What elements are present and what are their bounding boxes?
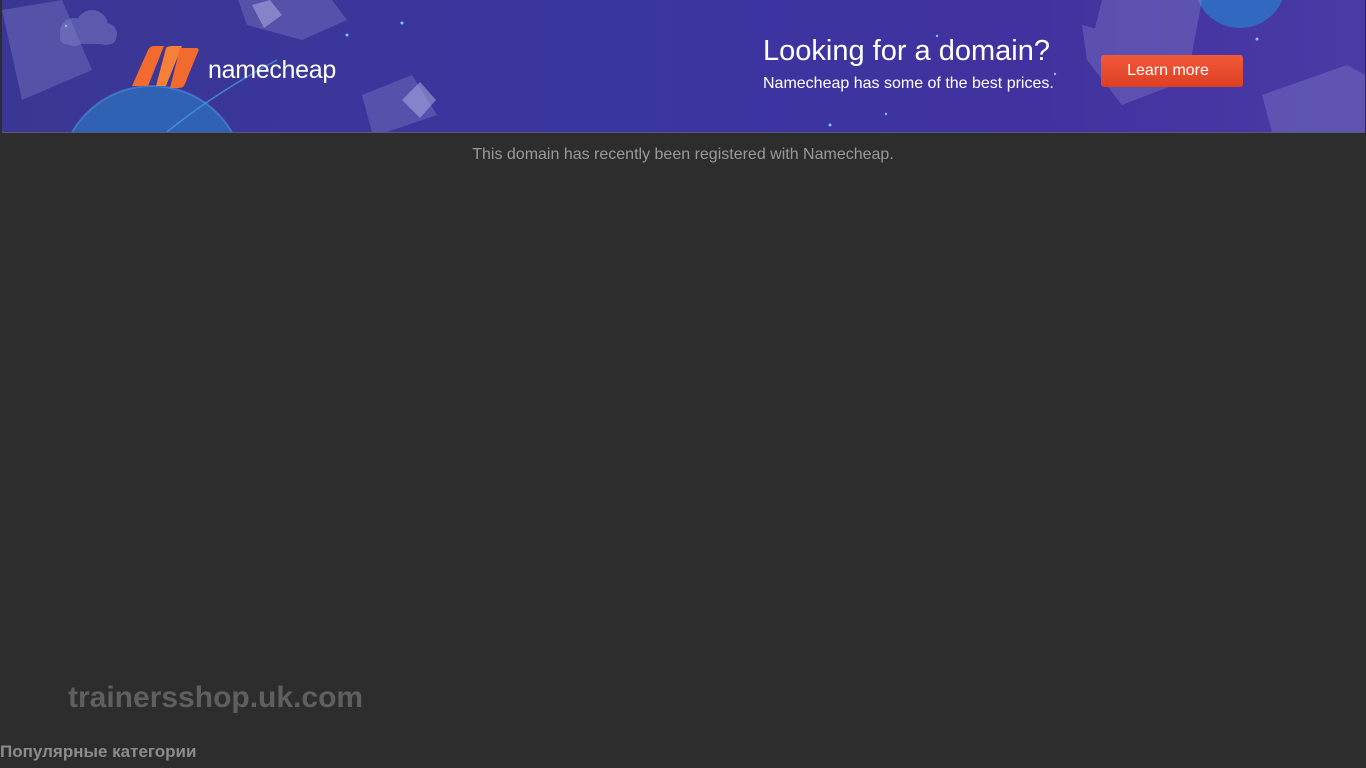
- promo-title: Looking for a domain?: [763, 35, 1050, 67]
- popular-categories-heading: Популярные категории: [0, 742, 197, 761]
- namecheap-logo[interactable]: namecheap: [130, 46, 336, 88]
- namecheap-n-logo-icon: [132, 46, 199, 88]
- learn-more-button[interactable]: Learn more: [1101, 55, 1243, 87]
- namecheap-ad-banner[interactable]: namecheap Looking for a domain? Namechea…: [2, 0, 1365, 133]
- registration-notice: This domain has recently been registered…: [472, 146, 894, 163]
- promo-subtitle: Namecheap has some of the best prices.: [763, 75, 1054, 92]
- brand-name: namecheap: [208, 55, 336, 84]
- domain-name-heading: trainersshop.uk.com: [68, 681, 364, 714]
